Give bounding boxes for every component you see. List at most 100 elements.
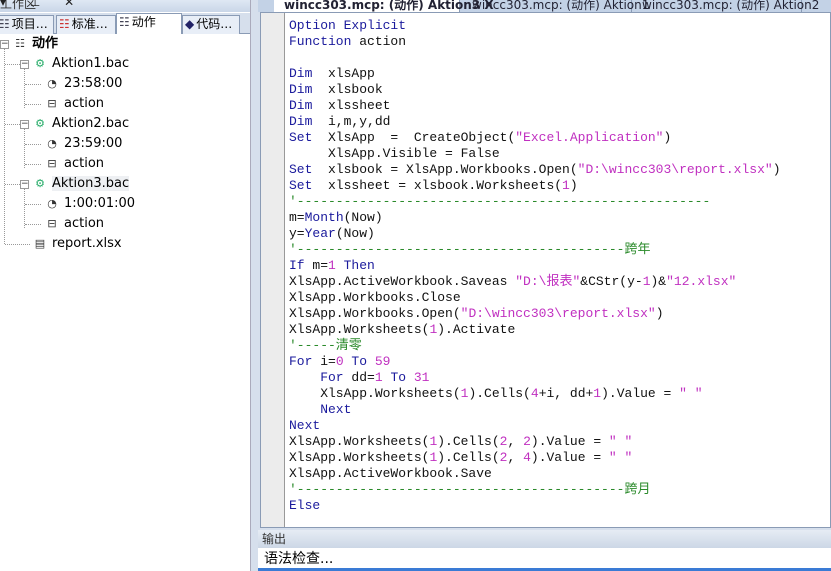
code-token: XlsApp.ActiveWorkbook.Saveas — [289, 274, 516, 289]
code-editor[interactable]: Option Explicit Function action Dim xlsApp… — [260, 12, 831, 528]
script-gear-icon: ⚙ — [35, 177, 45, 190]
code-token: &CStr(y- — [580, 274, 643, 289]
tree-item-file[interactable]: ▤ report.xlsx — [32, 234, 122, 254]
code-token: ).Value = — [530, 434, 609, 449]
code-token: ).Cells( — [437, 450, 500, 465]
code-line: XlsApp.ActiveWorkbook.Save — [289, 466, 781, 482]
code-token: , — [507, 434, 524, 449]
editor-tab-aktion2[interactable]: wincc303.mcp: (动作) Aktion2 — [632, 0, 819, 12]
tab-standard[interactable]: ☷ 标准… — [56, 15, 116, 34]
code-token: For — [289, 370, 344, 385]
tree-item-trigger[interactable]: ◔ 23:58:00 — [44, 74, 122, 94]
code-token: " " — [679, 386, 703, 401]
tree-item-trigger[interactable]: ◔ 1:00:01:00 — [44, 194, 135, 214]
collapse-toggle[interactable]: − — [20, 120, 29, 129]
code-token: To — [382, 370, 414, 385]
tab-action[interactable]: ☷ 动作 — [116, 13, 182, 34]
code-token: XlsApp.Visible = False — [289, 146, 500, 161]
code-line: If m=1 Then — [289, 258, 781, 274]
code-token: m= — [304, 258, 329, 273]
code-line: Dim i,m,y,dd — [289, 114, 781, 130]
code-line: Option Explicit — [289, 18, 781, 34]
code-token: ).Cells( — [437, 434, 500, 449]
tree-item-function[interactable]: ⊟ action — [44, 154, 104, 174]
output-panel-header: 输出 — [258, 530, 831, 548]
project-icon: ☷ — [0, 17, 10, 31]
code-token: (Now) — [343, 210, 383, 225]
timer-icon: ◔ — [47, 77, 57, 90]
tab-project[interactable]: ☷ 项目… — [0, 15, 54, 34]
panel-splitter[interactable] — [250, 0, 258, 571]
tree-item-trigger[interactable]: ◔ 23:59:00 — [44, 134, 122, 154]
code-token: 1 — [328, 258, 336, 273]
code-token: "12.xlsx" — [666, 274, 737, 289]
code-line: XlsApp.Workbooks.Close — [289, 290, 781, 306]
code-line: Next — [289, 418, 781, 434]
code-token: xlsbook — [312, 82, 383, 97]
code-token: To — [343, 354, 375, 369]
code-line: Set XlsApp = CreateObject("Excel.Applica… — [289, 130, 781, 146]
code-line: y=Year(Now) — [289, 226, 781, 242]
code-token: '---------------------------------------… — [289, 482, 651, 497]
code-line: XlsApp.Worksheets(1).Cells(2, 2).Value =… — [289, 434, 781, 450]
code-token: '---------------------------------------… — [289, 242, 651, 257]
code-token: i,m,y,dd — [312, 114, 391, 129]
code-token: XlsApp.Workbooks.Open( — [289, 306, 461, 321]
panel-controls[interactable]: ▾ ⊥ ✕ — [0, 0, 242, 9]
code-token: ).Value = — [530, 450, 609, 465]
code-token: 4 — [530, 386, 539, 401]
code-token: XlsApp.Worksheets( — [289, 386, 461, 401]
tree-item-aktion[interactable]: ⚙ Aktion2.bac — [32, 114, 129, 134]
code-line: Dim xlsbook — [289, 82, 781, 98]
code-token: )& — [650, 274, 667, 289]
code-token: Dim — [289, 98, 313, 113]
code-content[interactable]: Option Explicit Function action Dim xlsApp… — [289, 18, 781, 514]
tree-item-function[interactable]: ⊟ action — [44, 214, 104, 234]
code-token: Then — [335, 258, 375, 273]
code-token: Month — [304, 210, 344, 225]
code-token: XlsApp.ActiveWorkbook.Save — [289, 466, 492, 481]
code-token: xlssheet = xlsbook.Worksheets( — [312, 178, 563, 193]
code-token: "Excel.Application" — [515, 130, 664, 145]
collapse-toggle[interactable]: − — [0, 40, 9, 49]
code-line: Set xlsbook = XlsApp.Workbooks.Open("D:\… — [289, 162, 781, 178]
code-token: Set — [289, 130, 313, 145]
timer-icon: ◔ — [47, 197, 57, 210]
editor-tabs: wincc303.mcp: (动作) Aktion3 X wincc303.mc… — [258, 0, 831, 12]
code-token: ).Activate — [437, 322, 516, 337]
code-line: XlsApp.Visible = False — [289, 146, 781, 162]
collapse-toggle[interactable]: − — [20, 60, 29, 69]
code-token: ) — [655, 306, 664, 321]
code-line: Next — [289, 402, 781, 418]
code-token: +i, dd+ — [538, 386, 594, 401]
code-line: XlsApp.Worksheets(1).Activate — [289, 322, 781, 338]
tree-item-aktion[interactable]: ⚙ Aktion3.bac — [32, 174, 130, 194]
code-token: (Now) — [335, 226, 375, 241]
code-token: XlsApp.Worksheets( — [289, 434, 430, 449]
code-token: m= — [289, 210, 305, 225]
tree-item-aktion[interactable]: ⚙ Aktion1.bac — [32, 54, 129, 74]
workspace-panel: 工作区 ▾ ⊥ ✕ ☷ 项目… ☷ 标准… ☷ 动作 ◆ 代码… − ☷ 动作 − ⚙ Akt… — [0, 0, 250, 571]
code-line: '---------------------------------------… — [289, 482, 781, 498]
workspace-tabs: ☷ 项目… ☷ 标准… ☷ 动作 ◆ 代码… — [0, 13, 250, 34]
code-line: XlsApp.Worksheets(1).Cells(2, 4).Value =… — [289, 450, 781, 466]
tab-code[interactable]: ◆ 代码… — [182, 15, 240, 34]
output-text: 语法检查... — [258, 548, 831, 568]
code-token: xlssheet — [312, 98, 391, 113]
code-token: Set — [289, 178, 313, 193]
code-token: " " — [608, 450, 633, 465]
code-token: ).Value = — [601, 386, 680, 401]
function-icon: ⊟ — [47, 157, 57, 170]
collapse-toggle[interactable]: − — [20, 180, 29, 189]
code-token: y= — [289, 226, 305, 241]
editor-gutter — [261, 13, 285, 527]
tree-root[interactable]: ☷ 动作 — [12, 34, 58, 54]
editor-tab-aktion1[interactable]: wincc303.mcp: (动作) Aktion1 — [462, 0, 649, 12]
editor-tab-aktion3[interactable]: wincc303.mcp: (动作) Aktion3 X — [274, 0, 494, 12]
code-token: 1 — [374, 370, 383, 385]
code-token: ) — [663, 130, 672, 145]
code-token: dd= — [343, 370, 375, 385]
code-icon: ◆ — [185, 17, 195, 31]
tree-item-function[interactable]: ⊟ action — [44, 94, 104, 114]
